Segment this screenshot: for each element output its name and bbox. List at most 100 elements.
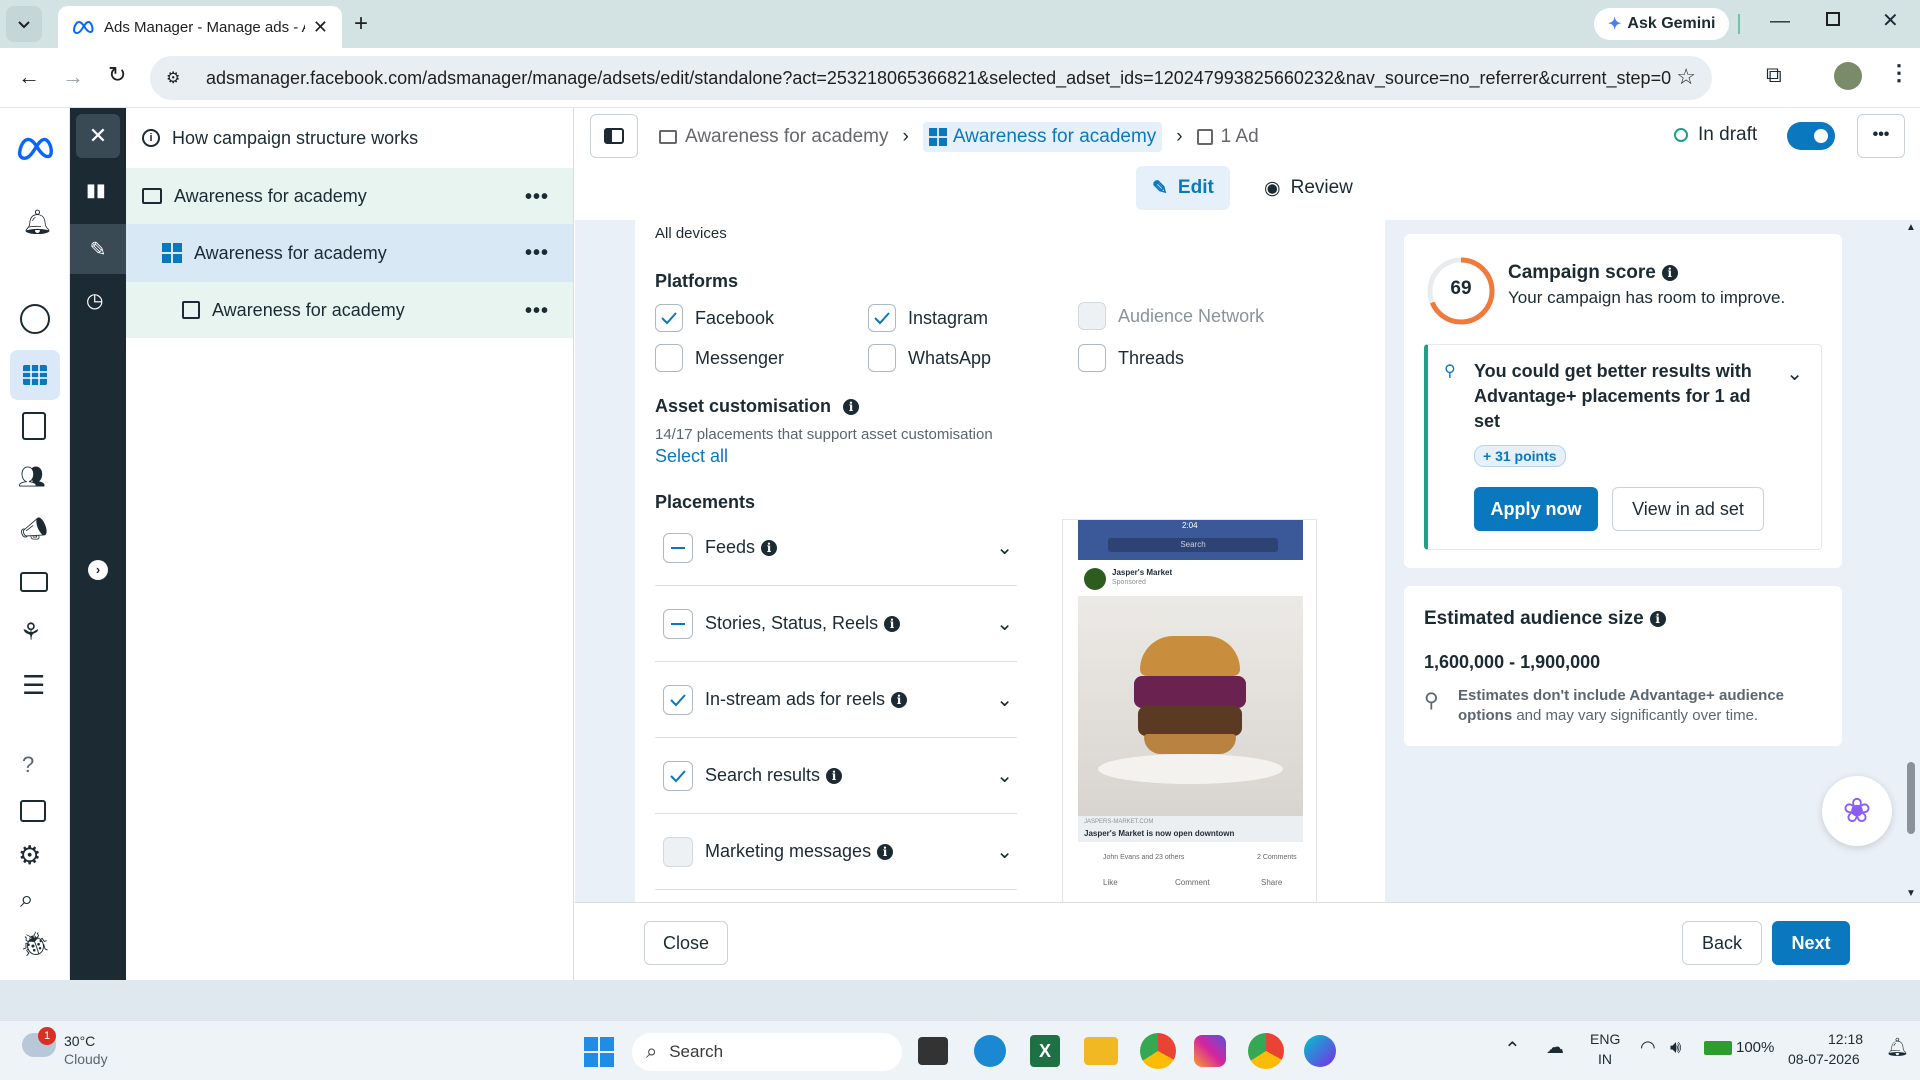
whatsapp-checkbox[interactable] bbox=[868, 344, 896, 372]
tree-item-ad[interactable]: Awareness for academy ••• bbox=[126, 282, 573, 338]
dashboard-gauge-icon[interactable] bbox=[20, 304, 50, 334]
expand-chevron-icon[interactable]: › bbox=[88, 560, 108, 580]
debug-bug-icon[interactable]: 🐞︎ bbox=[20, 930, 50, 959]
close-window-button[interactable]: ✕ bbox=[1882, 8, 1899, 33]
chrome-profile-icon[interactable] bbox=[1248, 1033, 1284, 1069]
task-view-icon[interactable] bbox=[918, 1037, 948, 1065]
platform-instagram[interactable]: Instagram bbox=[868, 304, 988, 332]
search-results-checkbox[interactable] bbox=[663, 760, 693, 791]
placement-row-search[interactable]: Search results i ⌄ bbox=[655, 738, 1017, 814]
lang-line1[interactable]: ENG bbox=[1590, 1031, 1620, 1047]
site-info-icon[interactable]: ⚙ bbox=[166, 68, 180, 88]
billing-card-icon[interactable] bbox=[20, 572, 48, 592]
breadcrumb-campaign[interactable]: Awareness for academy bbox=[685, 126, 888, 148]
profile-avatar[interactable] bbox=[1834, 62, 1862, 90]
meta-logo-icon[interactable] bbox=[16, 136, 54, 160]
reports-icon[interactable] bbox=[22, 412, 46, 440]
platform-threads[interactable]: Threads bbox=[1078, 344, 1184, 372]
tree-item-campaign[interactable]: Awareness for academy ••• bbox=[126, 168, 573, 224]
tray-chevron-icon[interactable]: ⌃ bbox=[1504, 1037, 1521, 1062]
extensions-icon[interactable]: ⧉ bbox=[1766, 62, 1782, 88]
url-bar[interactable]: ⚙ adsmanager.facebook.com/adsmanager/man… bbox=[150, 56, 1712, 100]
chevron-down-icon[interactable]: ⌄ bbox=[996, 839, 1013, 864]
threads-checkbox[interactable] bbox=[1078, 344, 1106, 372]
chrome-icon[interactable] bbox=[1140, 1033, 1176, 1069]
ask-gemini-button[interactable]: ✦ Ask Gemini bbox=[1594, 8, 1730, 40]
close-button[interactable]: Close bbox=[644, 921, 728, 965]
onedrive-cloud-icon[interactable]: ☁ bbox=[1546, 1037, 1564, 1058]
charts-icon[interactable]: ▮▮ bbox=[86, 180, 106, 201]
maximize-button[interactable] bbox=[1826, 12, 1840, 26]
scrollbar[interactable]: ▲ ▼ bbox=[1904, 222, 1918, 900]
placement-row-instream[interactable]: In-stream ads for reels i ⌄ bbox=[655, 662, 1017, 738]
lang-line2[interactable]: IN bbox=[1598, 1051, 1612, 1067]
platform-facebook[interactable]: Facebook bbox=[655, 304, 774, 332]
history-clock-icon[interactable]: ◷ bbox=[86, 288, 103, 313]
platform-whatsapp[interactable]: WhatsApp bbox=[868, 344, 991, 372]
next-button[interactable]: Next bbox=[1772, 921, 1850, 965]
volume-icon[interactable]: 🔊︎ bbox=[1670, 1037, 1681, 1058]
breadcrumb-adset[interactable]: Awareness for academy bbox=[922, 122, 1163, 152]
tab-list-button[interactable] bbox=[6, 6, 42, 42]
new-tab-button[interactable]: + bbox=[354, 10, 368, 38]
info-icon[interactable]: i bbox=[843, 398, 860, 415]
facebook-checkbox[interactable] bbox=[655, 304, 683, 332]
more-options-button[interactable]: ••• bbox=[1857, 114, 1905, 158]
info-icon[interactable]: i bbox=[877, 843, 894, 860]
forward-arrow-icon[interactable]: → bbox=[62, 64, 84, 90]
settings-gear-icon[interactable]: ⚙ bbox=[18, 840, 41, 871]
ai-assistant-flower-icon[interactable]: ❀ bbox=[1822, 776, 1892, 846]
instagram-app-icon[interactable] bbox=[1194, 1035, 1226, 1067]
chevron-down-icon[interactable]: ⌄ bbox=[1786, 361, 1803, 386]
breadcrumb-ad[interactable]: 1 Ad bbox=[1221, 126, 1259, 148]
business-tools-icon[interactable]: ⚘ bbox=[20, 618, 42, 647]
info-icon[interactable]: i bbox=[1649, 611, 1666, 627]
how-structure-works-link[interactable]: i How campaign structure works bbox=[126, 108, 573, 168]
windows-start-icon[interactable] bbox=[584, 1037, 614, 1067]
info-icon[interactable]: i bbox=[761, 539, 778, 556]
edit-pencil-icon[interactable]: ✎ bbox=[70, 224, 126, 274]
back-button[interactable]: Back bbox=[1682, 921, 1762, 965]
browser-menu-icon[interactable]: ⋮ bbox=[1888, 60, 1910, 86]
campaign-megaphone-icon[interactable]: 📣︎ bbox=[20, 516, 48, 542]
chevron-down-icon[interactable]: ⌄ bbox=[996, 763, 1013, 788]
close-panel-icon[interactable]: ✕ bbox=[76, 114, 120, 158]
clock-time[interactable]: 12:18 bbox=[1828, 1031, 1863, 1047]
back-arrow-icon[interactable]: ← bbox=[18, 64, 40, 90]
marketing-messages-checkbox[interactable] bbox=[663, 836, 693, 867]
edge-browser-icon[interactable] bbox=[974, 1035, 1006, 1067]
stories-partial-checkbox[interactable] bbox=[663, 608, 693, 639]
placement-row-stories[interactable]: Stories, Status, Reels i ⌄ bbox=[655, 586, 1017, 662]
tab-edit[interactable]: ✎ Edit bbox=[1136, 166, 1230, 210]
all-tools-menu-icon[interactable]: ☰ bbox=[22, 670, 45, 701]
reload-icon[interactable]: ↻ bbox=[108, 62, 126, 88]
minimize-button[interactable]: — bbox=[1770, 10, 1790, 33]
placement-row-feeds[interactable]: Feeds i ⌄ bbox=[655, 510, 1017, 586]
file-explorer-icon[interactable] bbox=[1084, 1037, 1118, 1065]
instagram-checkbox[interactable] bbox=[868, 304, 896, 332]
placement-row-marketing[interactable]: Marketing messages i ⌄ bbox=[655, 814, 1017, 890]
campaign-more-icon[interactable]: ••• bbox=[525, 186, 549, 209]
excel-icon[interactable]: X bbox=[1030, 1035, 1060, 1067]
clock-date[interactable]: 08-07-2026 bbox=[1788, 1051, 1860, 1067]
feedback-icon[interactable] bbox=[20, 800, 46, 822]
info-icon[interactable]: i bbox=[826, 767, 843, 784]
draft-toggle[interactable] bbox=[1787, 122, 1835, 150]
audiences-people-icon[interactable]: 👥︎ bbox=[18, 464, 46, 490]
info-icon[interactable]: i bbox=[891, 691, 908, 708]
tab-review[interactable]: ◉ Review bbox=[1252, 166, 1365, 210]
info-icon[interactable]: i bbox=[1661, 265, 1678, 281]
search-icon[interactable]: ⌕ bbox=[20, 886, 33, 914]
apply-now-button[interactable]: Apply now bbox=[1474, 487, 1598, 531]
chevron-down-icon[interactable]: ⌄ bbox=[996, 611, 1013, 636]
tree-item-adset[interactable]: Awareness for academy ••• bbox=[126, 224, 573, 282]
taskbar-search-box[interactable]: ⌕ Search bbox=[632, 1033, 902, 1071]
adset-more-icon[interactable]: ••• bbox=[525, 242, 549, 265]
notification-bell-icon[interactable]: 🔔︎ bbox=[1886, 1037, 1909, 1058]
ad-more-icon[interactable]: ••• bbox=[525, 300, 549, 323]
browser-tab[interactable]: Ads Manager - Manage ads - A ✕ bbox=[58, 6, 342, 48]
select-all-link[interactable]: Select all bbox=[655, 446, 728, 467]
messenger-checkbox[interactable] bbox=[655, 344, 683, 372]
view-in-adset-button[interactable]: View in ad set bbox=[1612, 487, 1764, 531]
wifi-icon[interactable]: ◠ bbox=[1640, 1037, 1656, 1058]
